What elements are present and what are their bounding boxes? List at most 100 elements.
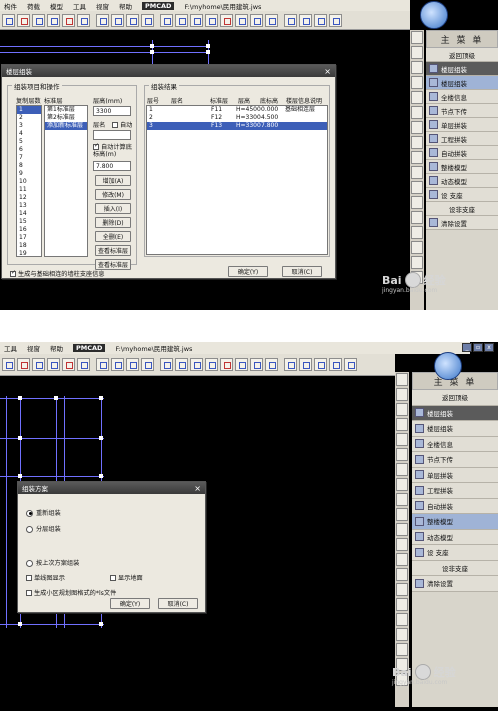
menu-item[interactable]: 工具 — [4, 343, 17, 353]
tool-icon[interactable] — [411, 181, 423, 194]
list-item[interactable]: 15 — [17, 218, 41, 226]
menu-single-assembly[interactable]: 单层拼装 — [426, 118, 498, 132]
tool-icon[interactable] — [141, 13, 154, 27]
tool-icon[interactable] — [396, 613, 408, 626]
tool-icon[interactable] — [396, 538, 408, 551]
zoom-icon[interactable] — [411, 46, 423, 59]
table-row[interactable]: 2 F12 H=3300 4.500 — [147, 114, 327, 122]
tool-icon[interactable] — [205, 358, 218, 371]
tool-icon[interactable] — [411, 196, 423, 209]
tool-icon[interactable] — [411, 226, 423, 239]
menu-back-top[interactable]: 返回顶级 — [426, 48, 498, 62]
menu-back-top[interactable]: 返回顶级 — [412, 390, 498, 406]
tool-icon[interactable] — [314, 358, 327, 371]
modify-button[interactable]: 修改(M) — [95, 189, 131, 200]
tool-icon[interactable] — [344, 358, 357, 371]
tool-icon[interactable] — [96, 13, 109, 27]
tool-icon[interactable] — [141, 358, 154, 371]
tool-icon[interactable] — [299, 13, 312, 27]
radio-last-scheme[interactable]: 按上次方案组装 — [26, 558, 79, 567]
menu-building-info[interactable]: 全楼信息 — [412, 436, 498, 452]
insert-button[interactable]: 插入(I) — [95, 203, 131, 214]
list-item[interactable]: 12 — [17, 194, 41, 202]
tool-icon[interactable] — [396, 448, 408, 461]
tool-icon[interactable] — [411, 211, 423, 224]
ok-button[interactable]: 确定(Y) — [110, 598, 150, 609]
tool-icon[interactable] — [411, 121, 423, 134]
tool-icon[interactable] — [396, 478, 408, 491]
menu-item[interactable]: 模型 — [50, 1, 63, 11]
menu-whole-model[interactable]: 整楼模型 — [412, 514, 498, 530]
auto-calc-checkbox[interactable]: 自动计算底标高(m) — [93, 142, 133, 158]
tool-icon[interactable] — [250, 13, 263, 27]
tool-icon[interactable] — [160, 358, 173, 371]
list-item[interactable]: 4 — [17, 130, 41, 138]
single-line-checkbox[interactable]: 单线图显示 — [26, 573, 65, 582]
list-item[interactable]: 7 — [17, 154, 41, 162]
list-item[interactable]: 5 — [17, 138, 41, 146]
list-item[interactable]: 11 — [17, 186, 41, 194]
menu-whole-model[interactable]: 整楼模型 — [426, 160, 498, 174]
tool-icon[interactable] — [126, 13, 139, 27]
tool-icon[interactable] — [126, 358, 139, 371]
tool-icon[interactable] — [329, 358, 342, 371]
menu-item[interactable]: 荷载 — [27, 1, 40, 11]
tool-icon[interactable] — [396, 598, 408, 611]
tool-icon[interactable] — [396, 493, 408, 506]
tool-icon[interactable] — [190, 13, 203, 27]
tool-icon[interactable] — [47, 13, 60, 27]
cancel-button[interactable]: 取消(C) — [158, 598, 198, 609]
zoom-icon[interactable] — [411, 31, 423, 44]
list-item[interactable]: 第1标准层 — [45, 106, 87, 114]
menu-item[interactable]: 视窗 — [96, 1, 109, 11]
tool-icon[interactable] — [284, 13, 297, 27]
radio-layered[interactable]: 分层组装 — [26, 524, 61, 533]
ls-file-checkbox[interactable]: 生成小区规划图格式的*ls文件 — [26, 588, 116, 597]
list-item[interactable]: 2 — [17, 114, 41, 122]
tool-icon[interactable] — [47, 358, 60, 371]
menu-item[interactable]: 帮助 — [119, 1, 132, 11]
ok-button[interactable]: 确定(Y) — [228, 266, 268, 277]
pan-icon[interactable] — [396, 403, 408, 416]
tool-icon[interactable] — [396, 433, 408, 446]
support-info-checkbox[interactable]: 生成与基础相连的墙柱支座信息 — [10, 269, 105, 278]
tool-icon[interactable] — [396, 568, 408, 581]
menu-item[interactable]: 帮助 — [50, 343, 63, 353]
radio-rebuild[interactable]: 重新组装 — [26, 508, 61, 517]
tool-icon[interactable] — [111, 358, 124, 371]
tool-icon[interactable] — [175, 358, 188, 371]
tool-icon[interactable] — [396, 583, 408, 596]
tool-icon[interactable] — [329, 13, 342, 27]
menu-building-info[interactable]: 全楼信息 — [426, 90, 498, 104]
minimize-icon[interactable]: _ — [462, 343, 472, 352]
menu-item[interactable]: 视窗 — [27, 343, 40, 353]
table-row[interactable]: 1 F11 H=4500 0.000 基础相连层 — [147, 106, 327, 114]
list-item[interactable]: 3 — [17, 122, 41, 130]
close-icon[interactable]: × — [194, 484, 201, 493]
tool-icon[interactable] — [396, 628, 408, 641]
tool-icon[interactable] — [17, 358, 30, 371]
restore-icon[interactable]: ▫ — [473, 343, 483, 352]
tool-icon[interactable] — [111, 13, 124, 27]
tool-icon[interactable] — [284, 358, 297, 371]
tool-icon[interactable] — [17, 13, 30, 27]
menu-floor-assembly-header[interactable]: 楼层组装 — [412, 405, 498, 421]
tool-icon[interactable] — [411, 136, 423, 149]
menu-item[interactable]: 工具 — [73, 1, 86, 11]
tool-icon[interactable] — [32, 13, 45, 27]
tool-icon[interactable] — [77, 13, 90, 27]
tool-icon[interactable] — [396, 418, 408, 431]
add-button[interactable]: 增加(A) — [95, 175, 131, 186]
pan-icon[interactable] — [411, 61, 423, 74]
tool-icon[interactable] — [314, 13, 327, 27]
tool-icon[interactable] — [2, 358, 15, 371]
menu-auto-assembly[interactable]: 自动拼装 — [426, 146, 498, 160]
menu-dynamic-model[interactable]: 动态模型 — [412, 529, 498, 545]
list-item[interactable]: 1 — [17, 106, 41, 114]
menu-floor-assembly-header[interactable]: 楼层组装 — [426, 62, 498, 76]
tool-icon[interactable] — [2, 13, 15, 27]
tool-icon[interactable] — [77, 358, 90, 371]
menu-floor-assembly[interactable]: 楼层组装 — [426, 76, 498, 90]
menu-floor-assembly[interactable]: 楼层组装 — [412, 421, 498, 437]
tool-icon[interactable] — [411, 106, 423, 119]
